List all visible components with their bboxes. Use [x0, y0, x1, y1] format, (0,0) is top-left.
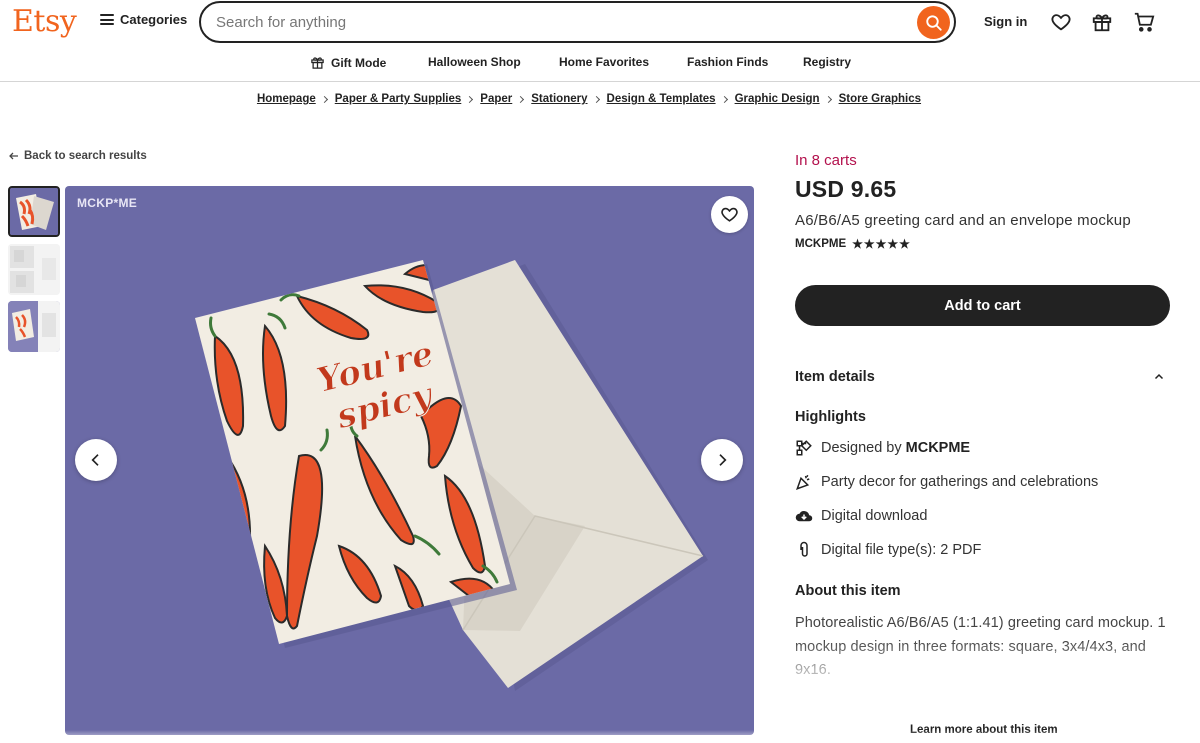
- highlight-prefix: Designed by: [821, 440, 906, 456]
- item-details-label: Item details: [795, 369, 875, 385]
- bottom-fade: [0, 730, 1200, 743]
- shop-watermark: MCKP*ME: [77, 196, 138, 210]
- arrow-left-icon: [9, 152, 18, 160]
- gift-icon[interactable]: [1091, 11, 1113, 33]
- breadcrumb-link[interactable]: Paper & Party Supplies: [335, 93, 462, 105]
- nav-item-label: Halloween Shop: [428, 55, 521, 69]
- chevron-right-icon: [517, 95, 525, 103]
- rating-stars[interactable]: ★★★★★: [852, 237, 911, 251]
- chevron-right-icon: [466, 95, 474, 103]
- nav-item-label: Fashion Finds: [687, 55, 769, 69]
- nav-item-label: Home Favorites: [559, 55, 650, 69]
- nav-item-fashion-finds[interactable]: Fashion Finds: [687, 55, 768, 69]
- menu-icon: [100, 14, 114, 25]
- nav-item-label: Gift Mode: [331, 55, 387, 70]
- thumbnail-image: [8, 301, 60, 352]
- next-image-button[interactable]: [701, 439, 743, 481]
- chevron-right-icon: [824, 95, 832, 103]
- shop-info: MCKPME ★★★★★: [795, 237, 911, 251]
- breadcrumb-link[interactable]: Graphic Design: [735, 93, 820, 105]
- chevron-right-icon: [720, 95, 728, 103]
- thumbnail-1[interactable]: [8, 186, 60, 237]
- designer-name-link[interactable]: MCKPME: [906, 440, 970, 456]
- nav-item-halloween-shop[interactable]: Halloween Shop: [428, 55, 521, 69]
- favorite-button[interactable]: [711, 196, 748, 233]
- heart-icon[interactable]: [1050, 11, 1072, 33]
- thumbnail-image: [10, 188, 58, 235]
- etsy-logo[interactable]: Etsy: [12, 4, 77, 39]
- highlight-text: Party decor for gatherings and celebrati…: [821, 474, 1099, 490]
- highlight-digital-download: Digital download: [795, 507, 927, 525]
- designer-icon: [795, 439, 813, 457]
- nav-item-label: Registry: [803, 55, 852, 69]
- breadcrumb-link[interactable]: Design & Templates: [607, 93, 716, 105]
- categories-button[interactable]: Categories: [100, 12, 187, 27]
- highlight-designer: Designed by MCKPME: [795, 439, 970, 457]
- search-input[interactable]: [216, 13, 896, 31]
- breadcrumb-link[interactable]: Homepage: [257, 93, 316, 105]
- sign-in-link[interactable]: Sign in: [984, 14, 1027, 29]
- card-mockup-illustration: You're spicy: [195, 260, 708, 691]
- highlight-text: Digital file type(s): 2 PDF: [821, 542, 982, 558]
- in-carts-badge: In 8 carts: [795, 152, 857, 169]
- product-title: A6/B6/A5 greeting card and an envelope m…: [795, 212, 1131, 229]
- highlight-text: Designed by MCKPME: [821, 440, 970, 456]
- chevron-right-icon: [592, 95, 600, 103]
- product-price: USD 9.65: [795, 176, 897, 202]
- about-heading: About this item: [795, 583, 901, 599]
- highlight-file-type: Digital file type(s): 2 PDF: [795, 541, 981, 559]
- back-to-search-link[interactable]: Back to search results: [8, 150, 147, 162]
- breadcrumb: Homepage Paper & Party Supplies Paper St…: [0, 93, 1178, 105]
- nav-item-registry[interactable]: Registry: [803, 55, 851, 69]
- search-button[interactable]: [917, 6, 950, 39]
- cart-icon[interactable]: [1133, 11, 1155, 33]
- breadcrumb-link[interactable]: Store Graphics: [839, 93, 921, 105]
- add-to-cart-button[interactable]: Add to cart: [795, 285, 1170, 326]
- breadcrumb-link[interactable]: Stationery: [531, 93, 587, 105]
- heart-icon: [721, 207, 738, 222]
- gift-icon: [311, 57, 324, 69]
- chevron-left-icon: [91, 454, 99, 466]
- highlight-party-decor: Party decor for gatherings and celebrati…: [795, 473, 1098, 491]
- thumbnail-3[interactable]: [8, 301, 60, 352]
- highlight-text: Digital download: [821, 508, 928, 524]
- search-bar: [199, 1, 956, 43]
- highlights-heading: Highlights: [795, 409, 866, 425]
- category-nav: Gift Mode Halloween Shop Home Favorites …: [0, 44, 1200, 82]
- chevron-up-icon: [1154, 373, 1164, 380]
- back-label: Back to search results: [24, 150, 147, 162]
- nav-item-gift-mode[interactable]: Gift Mode: [310, 55, 386, 70]
- thumbnail-image: [8, 244, 60, 295]
- paperclip-icon: [795, 541, 813, 559]
- nav-item-home-favorites[interactable]: Home Favorites: [559, 55, 649, 69]
- breadcrumb-link[interactable]: Paper: [480, 93, 512, 105]
- categories-label: Categories: [120, 12, 188, 27]
- shop-name-link[interactable]: MCKPME: [795, 238, 846, 250]
- item-details-toggle[interactable]: Item details: [795, 369, 1165, 385]
- chevron-right-icon: [719, 454, 727, 466]
- party-icon: [795, 473, 813, 491]
- download-icon: [795, 507, 813, 525]
- previous-image-button[interactable]: [75, 439, 117, 481]
- chevron-right-icon: [320, 95, 328, 103]
- product-image: You're spicy MCKP*ME: [65, 186, 754, 735]
- thumbnail-2[interactable]: [8, 244, 60, 295]
- site-header: Etsy Categories Sign in: [0, 0, 1200, 44]
- search-icon: [925, 14, 942, 31]
